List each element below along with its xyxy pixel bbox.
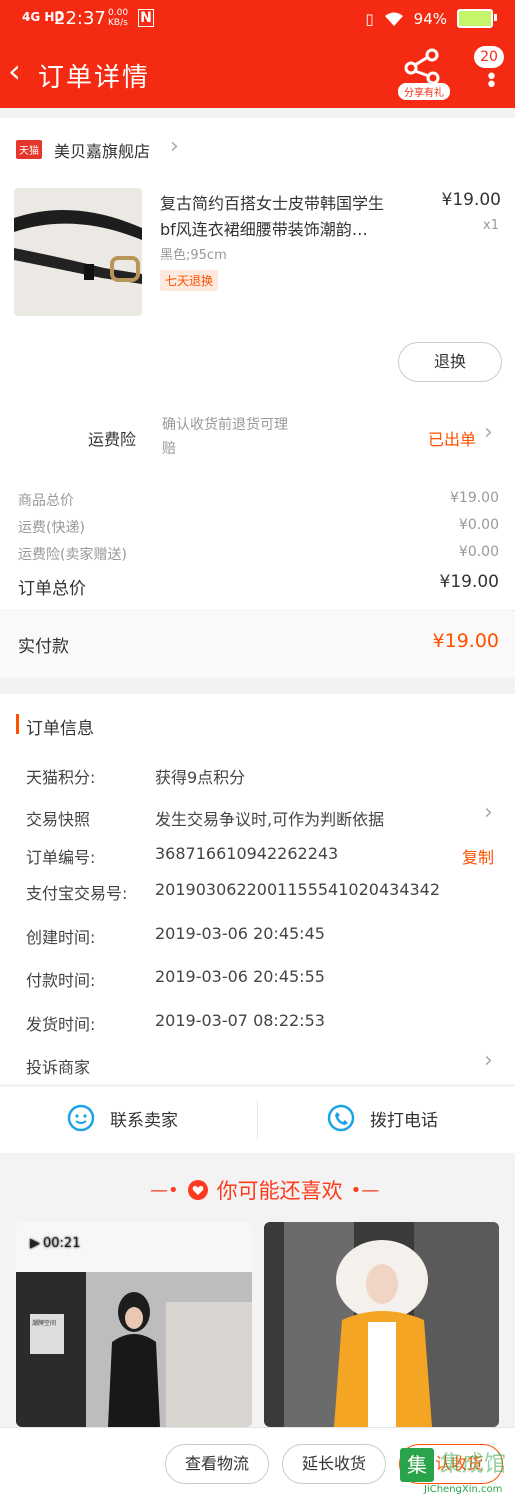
right-arrow-icon: •—: [350, 1179, 380, 1201]
status-bar: 4G HD 22:37 0.00 KB/s N ▯ 94%: [0, 0, 515, 40]
recommend-item-1[interactable]: 潮牌空间 ▶ 00:21: [16, 1222, 252, 1427]
wifi-icon: [384, 12, 403, 26]
insurance-status[interactable]: 已出单: [428, 426, 476, 450]
product-title-line2[interactable]: bf风连衣裙细腰带装饰潮韵…: [160, 216, 368, 240]
order-no-value: 368716610942262243: [155, 844, 339, 863]
product-sku: 黑色;95cm: [160, 248, 227, 263]
complain-label[interactable]: 投诉商家: [26, 1054, 90, 1078]
contact-bar: 联系卖家 拨打电话: [0, 1087, 515, 1153]
back-icon[interactable]: ‹: [8, 55, 21, 87]
share-label: 分享有礼: [398, 83, 450, 100]
contact-divider: [257, 1101, 258, 1139]
video-time-badge: ▶ 00:21: [30, 1236, 80, 1251]
product-title-line1[interactable]: 复古简约百搭女士皮带韩国学生: [160, 190, 384, 214]
product-image[interactable]: [14, 188, 142, 316]
network-speed: 0.00 KB/s: [108, 8, 129, 28]
left-arrow-icon: —•: [150, 1179, 179, 1201]
shop-chevron-icon: ›: [170, 134, 179, 159]
store-sign: 潮牌空间: [32, 1320, 57, 1327]
order-total-value: ¥19.00: [439, 572, 499, 592]
insurance-desc-1: 确认收货前退货可理: [162, 417, 288, 433]
call-label: 拨打电话: [370, 1110, 438, 1131]
product-photo-2: [264, 1222, 499, 1427]
more-menu[interactable]: 20 • •: [468, 40, 508, 100]
insurance-desc-2: 赔: [162, 441, 176, 457]
insurance-chevron-icon: ›: [484, 420, 493, 445]
watermark-url: JiChengXin.com: [424, 1484, 503, 1495]
shipped-value: 2019-03-07 08:22:53: [155, 1011, 325, 1030]
share-button[interactable]: 分享有礼: [398, 48, 450, 100]
points-value: 获得9点积分: [155, 768, 246, 787]
watermark-logo: 集: [400, 1448, 434, 1482]
bottom-bar: 查看物流 延长收货 确认收货 集 集成馆 JiChengXin.com: [0, 1427, 515, 1501]
product-price: ¥19.00: [441, 190, 501, 210]
contact-seller-button[interactable]: 联系卖家: [66, 1103, 178, 1133]
video-time: 00:21: [43, 1236, 81, 1251]
paid-time-value: 2019-03-06 20:45:55: [155, 967, 325, 986]
chat-icon: [67, 1104, 95, 1132]
order-info-title: 订单信息: [26, 719, 94, 739]
snapshot-label[interactable]: 交易快照: [26, 806, 90, 830]
share-icon: [404, 48, 440, 84]
refund-button[interactable]: 退换: [398, 342, 502, 382]
alipay-label: 支付宝交易号:: [26, 884, 128, 903]
shipping-insurance-value: ¥0.00: [458, 544, 499, 560]
goods-total-value: ¥19.00: [450, 490, 499, 506]
recommend-item-2[interactable]: [264, 1222, 499, 1427]
shop-name[interactable]: 美贝嘉旗舰店: [54, 138, 150, 162]
battery-percent: 94%: [413, 9, 447, 28]
paid-label: 实付款: [18, 637, 69, 657]
heart-icon: [187, 1180, 208, 1200]
section-marker: [16, 714, 19, 734]
goods-total-label: 商品总价: [18, 493, 74, 509]
shipping-label: 运费(快递): [18, 520, 85, 536]
snapshot-value[interactable]: 发生交易争议时,可作为判断依据: [155, 806, 384, 830]
watermark-name: 集成馆: [440, 1452, 507, 1477]
paid-value: ¥19.00: [432, 630, 499, 652]
recommend-header: —• 你可能还喜欢 •—: [150, 1175, 379, 1205]
more-icon: • •: [485, 65, 498, 98]
copy-button[interactable]: 复制: [462, 844, 494, 868]
recommend-title: 你可能还喜欢: [216, 1179, 343, 1203]
recommend-section: —• 你可能还喜欢 •— 潮牌空间 ▶ 00:21: [0, 1155, 515, 1427]
snapshot-chevron-icon: ›: [484, 800, 493, 825]
order-total-label: 订单总价: [18, 579, 86, 599]
order-no-label: 订单编号:: [26, 848, 96, 867]
page-title: 订单详情: [38, 63, 151, 93]
alipay-value: 2019030622001155541020434342: [155, 880, 441, 899]
belt-image-icon: [14, 188, 142, 316]
shipping-insurance-label: 运费险(卖家赠送): [18, 547, 127, 563]
battery-icon: [457, 9, 497, 28]
top-bar: 4G HD 22:37 0.00 KB/s N ▯ 94% ‹ 订单详情 分享有…: [0, 0, 515, 108]
order-info-card: 订单信息 天猫积分: 获得9点积分 交易快照 发生交易争议时,可作为判断依据 ›…: [0, 694, 515, 1084]
vibrate-icon: ▯: [365, 9, 374, 28]
complain-chevron-icon: ›: [484, 1048, 493, 1073]
status-right: ▯ 94%: [365, 9, 497, 28]
insurance-label: 运费险: [88, 430, 137, 449]
phone-icon: [327, 1104, 355, 1132]
points-label: 天猫积分:: [26, 768, 96, 787]
order-card: 天猫 美贝嘉旗舰店 › 复古简约百搭女士皮带韩国学生 bf风连衣裙细腰带装饰潮韵…: [0, 118, 515, 678]
status-time: 22:37: [54, 8, 106, 29]
return-badge: 七天退换: [160, 270, 219, 291]
nfc-icon: N: [138, 9, 154, 27]
paid-time-label: 付款时间:: [26, 971, 96, 990]
shipped-label: 发货时间:: [26, 1015, 96, 1034]
view-logistics-button[interactable]: 查看物流: [165, 1444, 269, 1484]
extend-receipt-button[interactable]: 延长收货: [282, 1444, 386, 1484]
contact-seller-label: 联系卖家: [110, 1110, 178, 1131]
tmall-tag: 天猫: [16, 140, 42, 159]
shipping-value: ¥0.00: [458, 517, 499, 533]
call-button[interactable]: 拨打电话: [326, 1103, 438, 1133]
created-label: 创建时间:: [26, 928, 96, 947]
product-qty: x1: [483, 218, 499, 233]
play-icon: ▶: [30, 1236, 40, 1251]
created-value: 2019-03-06 20:45:45: [155, 924, 325, 943]
